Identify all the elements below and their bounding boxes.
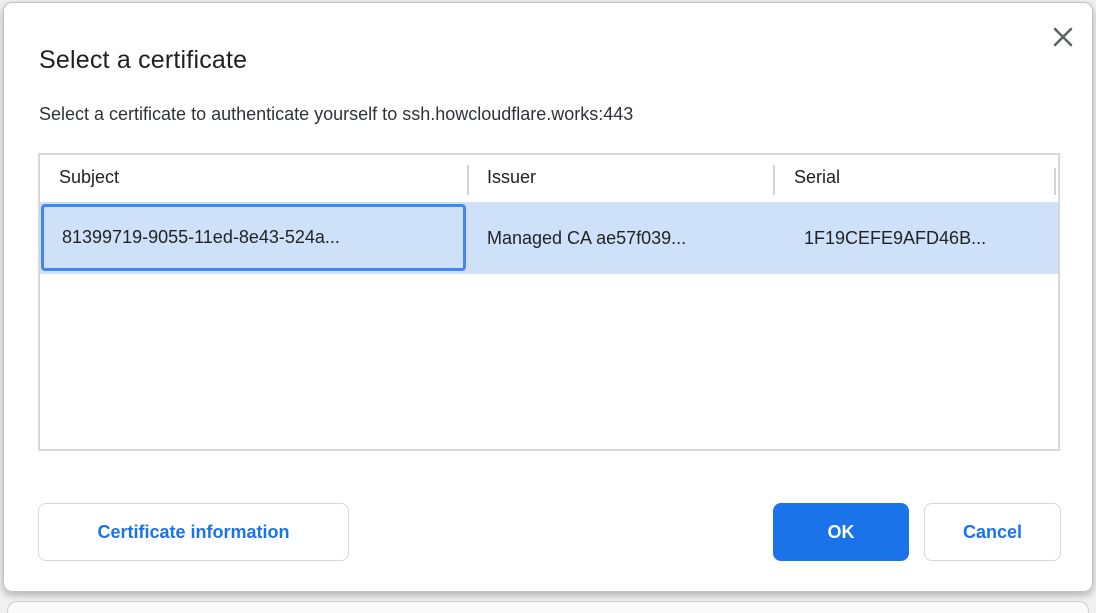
select-certificate-dialog: Select a certificate Select a certificat…: [3, 2, 1093, 592]
column-divider: [467, 165, 469, 195]
certificate-information-button[interactable]: Certificate information: [38, 503, 349, 561]
column-header-serial: Serial: [794, 155, 840, 200]
dialog-subtitle: Select a certificate to authenticate you…: [39, 104, 633, 125]
subject-value: 81399719-9055-11ed-8e43-524a...: [44, 227, 340, 248]
dialog-title: Select a certificate: [39, 46, 247, 75]
column-divider: [1054, 168, 1056, 195]
close-icon-glyph: [1051, 25, 1075, 49]
subject-cell[interactable]: 81399719-9055-11ed-8e43-524a...: [41, 204, 466, 271]
ok-button[interactable]: OK: [773, 503, 909, 561]
certificate-table: Subject Issuer Serial 81399719-9055-11ed…: [38, 153, 1060, 451]
close-icon[interactable]: [1045, 19, 1081, 55]
serial-value: 1F19CEFE9AFD46B...: [804, 202, 986, 274]
table-row[interactable]: 81399719-9055-11ed-8e43-524a... Managed …: [40, 202, 1058, 274]
column-header-subject: Subject: [59, 155, 119, 200]
column-header-issuer: Issuer: [487, 155, 536, 200]
background-page: [7, 601, 1089, 613]
table-header: Subject Issuer Serial: [40, 155, 1058, 200]
cancel-button[interactable]: Cancel: [924, 503, 1061, 561]
screen: Select a certificate Select a certificat…: [0, 0, 1096, 610]
column-divider: [773, 165, 775, 195]
issuer-value: Managed CA ae57f039...: [487, 202, 686, 274]
